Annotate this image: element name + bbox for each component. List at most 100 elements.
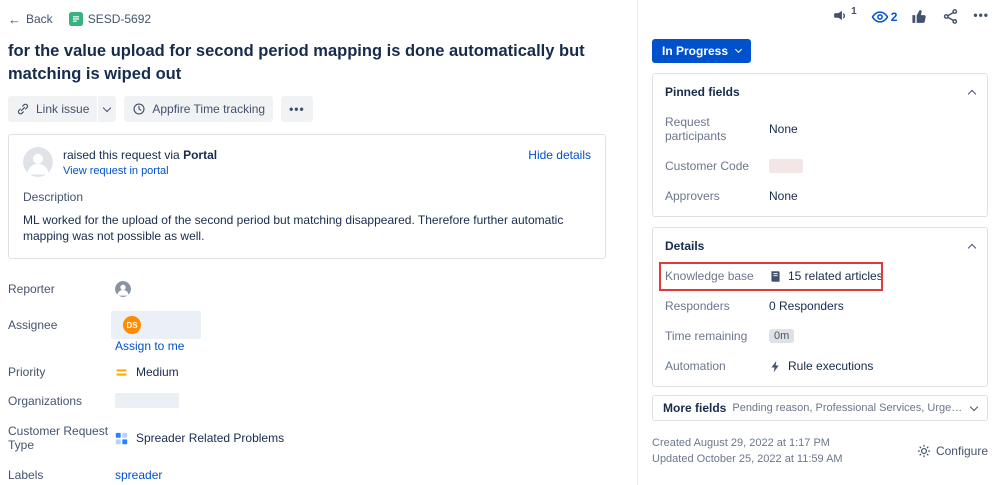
vote-button[interactable] bbox=[911, 8, 928, 25]
customer-request-type-field: Customer Request Type Spreader Related P… bbox=[8, 424, 609, 452]
request-card-header: raised this request via Portal View requ… bbox=[23, 147, 591, 177]
configure-label: Configure bbox=[935, 444, 988, 458]
lightning-bolt-icon bbox=[769, 360, 782, 373]
pinned-fields-panel: Pinned fields Request participants None … bbox=[652, 73, 988, 217]
main-column: ← Back SESD-5692 for the value upload fo… bbox=[0, 0, 637, 485]
description-text[interactable]: ML worked for the upload of the second p… bbox=[23, 212, 591, 244]
labels-label: Labels bbox=[8, 468, 44, 482]
organizations-label: Organizations bbox=[8, 393, 83, 408]
time-remaining-row[interactable]: Time remaining 0m bbox=[665, 329, 975, 343]
request-details-card: raised this request via Portal View requ… bbox=[8, 134, 606, 259]
field-list: Reporter Assignee DS Assign to me Priori… bbox=[8, 281, 609, 482]
more-fields-summary: Pending reason, Professional Services, U… bbox=[732, 402, 965, 414]
more-fields-panel[interactable]: More fields Pending reason, Professional… bbox=[652, 395, 988, 421]
organizations-field: Organizations bbox=[8, 393, 609, 408]
feedback-megaphone-icon bbox=[832, 8, 849, 25]
request-participants-value: None bbox=[769, 122, 798, 136]
link-icon bbox=[16, 102, 30, 116]
chevron-up-icon bbox=[967, 243, 977, 252]
clock-icon bbox=[132, 102, 146, 116]
watch-count: 2 bbox=[890, 10, 898, 24]
approvers-row[interactable]: Approvers None bbox=[665, 189, 975, 203]
description-label: Description bbox=[23, 190, 84, 204]
more-fields-title: More fields bbox=[663, 401, 727, 415]
book-icon bbox=[769, 270, 782, 283]
feedback-button[interactable]: 1 bbox=[832, 6, 857, 25]
knowledge-base-label: Knowledge base bbox=[665, 269, 754, 283]
issue-view: ← Back SESD-5692 for the value upload fo… bbox=[0, 0, 999, 485]
approvers-label: Approvers bbox=[665, 189, 720, 203]
time-remaining-badge: 0m bbox=[769, 329, 795, 343]
customer-code-redacted-block bbox=[769, 159, 803, 173]
reporter-field: Reporter bbox=[8, 281, 609, 297]
back-button[interactable]: ← Back bbox=[8, 12, 53, 27]
meta-footer: Created August 29, 2022 at 1:17 PM Updat… bbox=[652, 435, 988, 467]
assignee-field: Assignee DS bbox=[8, 311, 609, 339]
organizations-value[interactable] bbox=[115, 393, 179, 408]
request-channel: Portal bbox=[183, 148, 218, 162]
responders-value: 0 Responders bbox=[769, 299, 844, 313]
gear-icon bbox=[917, 444, 931, 458]
reporter-avatar bbox=[115, 281, 131, 297]
feedback-count: 1 bbox=[851, 6, 857, 17]
label-spreader-link[interactable]: spreader bbox=[115, 468, 162, 482]
view-request-in-portal-link[interactable]: View request in portal bbox=[63, 165, 217, 177]
request-participants-label: Request participants bbox=[665, 115, 727, 143]
automation-row[interactable]: Automation Rule executions bbox=[665, 359, 975, 373]
link-issue-dropdown-button[interactable] bbox=[98, 96, 117, 122]
back-arrow-icon: ← bbox=[8, 11, 21, 27]
reporter-value[interactable] bbox=[115, 281, 131, 297]
configure-button[interactable]: Configure bbox=[917, 443, 988, 459]
knowledge-base-value[interactable]: 15 related articles bbox=[788, 269, 883, 283]
watch-button[interactable]: 2 bbox=[871, 8, 898, 26]
automation-label: Automation bbox=[665, 359, 726, 373]
pinned-fields-title: Pinned fields bbox=[665, 85, 740, 99]
chevron-up-icon bbox=[967, 89, 977, 98]
toolbar-more-button[interactable]: ••• bbox=[281, 96, 313, 122]
breadcrumb-bar: ← Back SESD-5692 bbox=[8, 8, 609, 30]
sidebar: 1 2 ••• In Progress Pinned fields Reques… bbox=[637, 0, 999, 485]
share-button[interactable] bbox=[942, 8, 959, 25]
reporter-label: Reporter bbox=[8, 282, 55, 296]
chevron-down-icon bbox=[734, 45, 743, 54]
assignee-value[interactable]: DS bbox=[111, 311, 201, 339]
created-date: Created August 29, 2022 at 1:17 PM bbox=[652, 437, 830, 449]
assign-to-me-link[interactable]: Assign to me bbox=[115, 339, 609, 353]
request-type-field-icon bbox=[115, 432, 128, 445]
priority-field: Priority Medium bbox=[8, 365, 609, 379]
action-icon-bar: 1 2 ••• bbox=[652, 5, 989, 31]
assignee-avatar: DS bbox=[123, 316, 141, 334]
issue-key-breadcrumb[interactable]: SESD-5692 bbox=[68, 12, 151, 26]
customer-request-type-label: Customer Request Type bbox=[8, 424, 109, 452]
labels-field: Labels spreader bbox=[8, 468, 609, 482]
back-label: Back bbox=[26, 12, 53, 26]
responders-label: Responders bbox=[665, 299, 730, 313]
details-title: Details bbox=[665, 239, 705, 253]
issue-title[interactable]: for the value upload for second period m… bbox=[8, 40, 598, 86]
hide-details-link[interactable]: Hide details bbox=[528, 148, 591, 162]
share-icon bbox=[942, 8, 959, 25]
automation-value[interactable]: Rule executions bbox=[788, 359, 873, 373]
priority-medium-icon bbox=[115, 366, 128, 379]
pinned-fields-header[interactable]: Pinned fields bbox=[665, 85, 977, 99]
more-actions-button[interactable]: ••• bbox=[973, 8, 989, 22]
priority-value[interactable]: Medium bbox=[115, 365, 179, 379]
customer-code-label: Customer Code bbox=[665, 159, 750, 173]
details-panel: Details Knowledge base 15 related articl… bbox=[652, 227, 988, 387]
status-label: In Progress bbox=[662, 44, 729, 58]
customer-code-row[interactable]: Customer Code bbox=[665, 159, 975, 173]
status-dropdown[interactable]: In Progress bbox=[652, 39, 752, 63]
request-participants-row[interactable]: Request participants None bbox=[665, 115, 975, 143]
responders-row[interactable]: Responders 0 Responders bbox=[665, 299, 975, 313]
chevron-down-icon bbox=[103, 103, 112, 112]
issue-toolbar: Link issue Appfire Time tracking ••• bbox=[8, 96, 609, 122]
link-issue-button[interactable]: Link issue bbox=[8, 96, 98, 122]
time-tracking-button[interactable]: Appfire Time tracking bbox=[124, 96, 274, 122]
knowledge-base-row[interactable]: Knowledge base 15 related articles bbox=[659, 262, 975, 291]
time-tracking-label: Appfire Time tracking bbox=[152, 102, 266, 116]
thumbs-up-icon bbox=[911, 8, 928, 25]
details-header[interactable]: Details bbox=[665, 239, 977, 253]
link-issue-label: Link issue bbox=[36, 102, 90, 116]
priority-label: Priority bbox=[8, 365, 46, 379]
customer-request-type-value[interactable]: Spreader Related Problems bbox=[115, 431, 284, 445]
